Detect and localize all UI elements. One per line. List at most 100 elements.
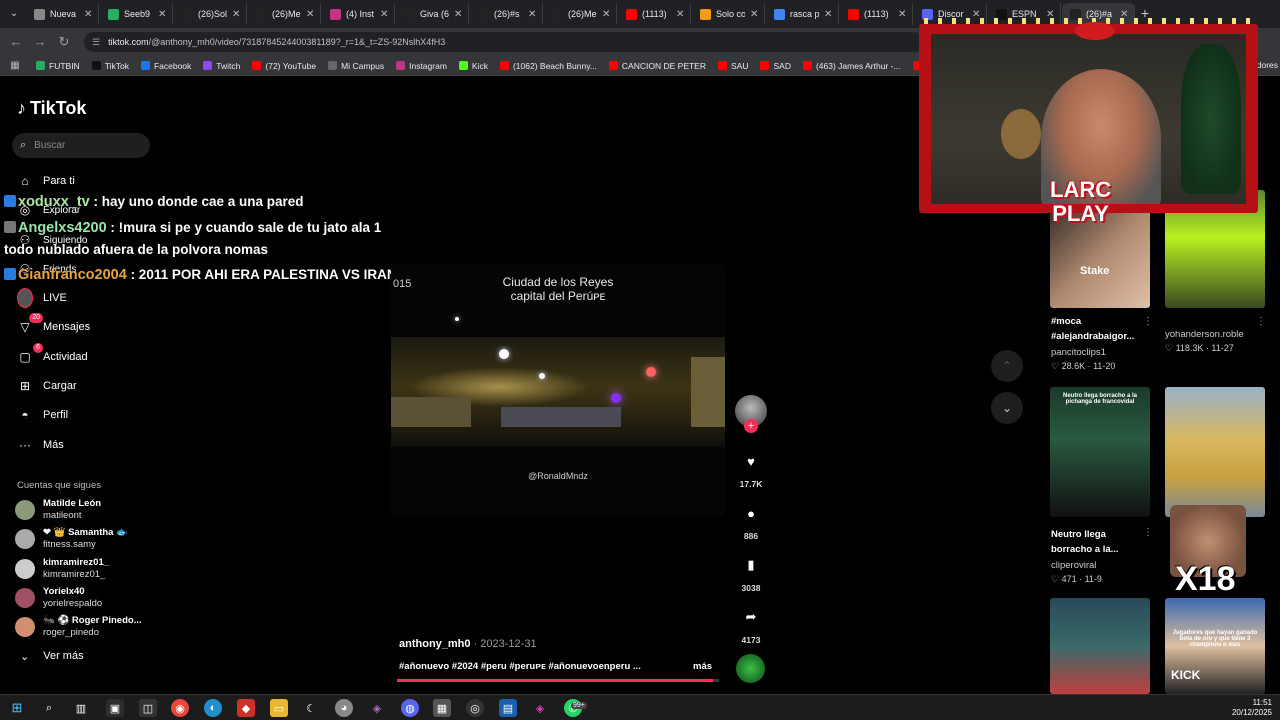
- see-more-button[interactable]: ⌄ Ver más: [20, 650, 84, 663]
- tab-close-icon[interactable]: ✕: [454, 9, 464, 20]
- share-action[interactable]: ➦ 4173: [734, 602, 768, 645]
- bookmark-item[interactable]: (463) James Arthur -...: [797, 61, 907, 71]
- browser-tab[interactable]: (26)Me ✕: [248, 3, 321, 25]
- browser-tab[interactable]: (1113) ✕: [840, 3, 913, 25]
- nav-item-actividad[interactable]: ▢ 6 Actividad: [17, 343, 88, 367]
- tab-close-icon[interactable]: ✕: [898, 9, 908, 20]
- app-icon-4[interactable]: ◕: [335, 699, 353, 717]
- browser-tab[interactable]: (26)#s ✕: [470, 3, 543, 25]
- bookmark-item[interactable]: Mi Campus: [322, 61, 390, 71]
- tab-close-icon[interactable]: ✕: [528, 9, 538, 20]
- search-input[interactable]: ⌕ Buscar: [12, 133, 150, 158]
- recommended-thumb-3[interactable]: Neutro llega borracho a la pichanga de f…: [1050, 387, 1150, 517]
- browser-tab[interactable]: rasca p ✕: [766, 3, 839, 25]
- edge-icon[interactable]: ◐: [204, 699, 222, 717]
- nav-item-mensajes[interactable]: ▽ 20 Mensajes: [17, 313, 90, 337]
- tab-close-icon[interactable]: ✕: [750, 9, 760, 20]
- author-avatar-group[interactable]: +: [734, 395, 768, 433]
- bookmark-item[interactable]: FUTBIN: [30, 61, 86, 71]
- bookmarks-overflow[interactable]: dores: [1257, 60, 1278, 70]
- music-disc-icon[interactable]: [736, 654, 765, 683]
- app-icon-5[interactable]: ◈: [368, 699, 386, 717]
- system-clock[interactable]: 11:51 20/12/2025: [1232, 698, 1272, 718]
- caption-more-button[interactable]: más: [693, 661, 712, 672]
- following-account[interactable]: Matilde León matileont: [15, 498, 101, 522]
- chrome-icon[interactable]: ◉: [171, 699, 189, 717]
- bookmark-item[interactable]: (1062) Beach Bunny...: [494, 61, 603, 71]
- app-icon-1[interactable]: ◫: [139, 699, 157, 717]
- tab-close-icon[interactable]: ✕: [84, 9, 94, 20]
- browser-tab[interactable]: (1113) ✕: [618, 3, 691, 25]
- nav-item-live[interactable]: LIVE: [17, 288, 67, 308]
- browser-tab[interactable]: Solo co ✕: [692, 3, 765, 25]
- thumb-1-more-icon[interactable]: ⋮: [1143, 316, 1153, 327]
- following-account[interactable]: ❤ 👑 Samantha 🐟 fitness.samy: [15, 527, 128, 551]
- browser-tab[interactable]: Seeb9 ✕: [100, 3, 173, 25]
- recommended-thumb-5[interactable]: [1050, 598, 1150, 694]
- tab-close-icon[interactable]: ✕: [824, 9, 834, 20]
- nav-item-m-s[interactable]: ··· Más: [17, 435, 64, 455]
- thumb-3-user[interactable]: cliperoviral: [1051, 560, 1096, 571]
- author-avatar[interactable]: +: [735, 395, 767, 433]
- tiktok-logo[interactable]: ♪ TikTok: [17, 98, 86, 119]
- thumb-1-title[interactable]: #moca #alejandrabaigor...: [1051, 314, 1141, 344]
- nav-item-perfil[interactable]: ◓ Perfil: [17, 405, 68, 425]
- discord-icon[interactable]: ◍: [401, 699, 419, 717]
- nav-item-para-ti[interactable]: ⌂ Para ti: [17, 171, 74, 191]
- recommended-thumb-6[interactable]: Jugadores que hayan ganado bota de oro y…: [1165, 598, 1265, 694]
- video-progress-bar[interactable]: [397, 679, 719, 682]
- bookmark-item[interactable]: (72) YouTube: [246, 61, 322, 71]
- bookmark-icon[interactable]: ▮: [736, 550, 766, 580]
- video-caption[interactable]: #añonuevo #2024 #peru #peruᴘᴇ #añonuevoe…: [399, 661, 641, 672]
- app-icon-6[interactable]: ▤: [499, 699, 517, 717]
- thumb-2-more-icon[interactable]: ⋮: [1256, 316, 1266, 327]
- browser-tab[interactable]: Nueva ✕: [26, 3, 99, 25]
- nav-item-cargar[interactable]: ⊞ Cargar: [17, 376, 77, 396]
- like-action[interactable]: ♥ 17.7K: [734, 446, 768, 490]
- bookmark-item[interactable]: Instagram: [390, 61, 453, 71]
- calculator-icon[interactable]: ▦: [433, 699, 451, 717]
- back-icon[interactable]: ←: [8, 34, 24, 50]
- file-explorer-icon[interactable]: ▭: [270, 699, 288, 717]
- bookmark-item[interactable]: Facebook: [135, 61, 197, 71]
- tab-close-icon[interactable]: ✕: [306, 9, 316, 20]
- previous-video-icon[interactable]: ⌃: [991, 350, 1023, 382]
- comment-icon[interactable]: ●: [736, 498, 766, 528]
- bookmark-item[interactable]: Kick: [453, 61, 494, 71]
- thumb-1-user[interactable]: pancitoclips1: [1051, 347, 1106, 358]
- following-account[interactable]: Yorielx40 yorielrespaldo: [15, 586, 102, 610]
- app-icon-2[interactable]: ◆: [237, 699, 255, 717]
- bookmark-item[interactable]: CANCION DE PETER: [603, 61, 712, 71]
- thumb-2-user[interactable]: yohanderson.roble: [1165, 329, 1244, 340]
- video-player[interactable]: Ciudad de los Reyes capital del Perúᴘᴇ @…: [391, 265, 725, 515]
- thumb-3-more-icon[interactable]: ⋮: [1143, 527, 1153, 538]
- next-video-icon[interactable]: ⌄: [991, 392, 1023, 424]
- video-author-row[interactable]: anthony_mh0 · 2023-12-31: [399, 638, 537, 650]
- tab-close-icon[interactable]: ✕: [158, 9, 168, 20]
- tab-close-icon[interactable]: ✕: [676, 9, 686, 20]
- save-action[interactable]: ▮ 3038: [734, 550, 768, 593]
- bookmark-item[interactable]: Twitch: [197, 61, 246, 71]
- browser-tab[interactable]: (26)Me ✕: [544, 3, 617, 25]
- share-icon[interactable]: ➦: [736, 602, 766, 632]
- thumb-3-title[interactable]: Neutro llega borracho a la...: [1051, 527, 1141, 557]
- follow-plus-icon[interactable]: +: [744, 419, 758, 433]
- forward-icon[interactable]: →: [32, 34, 48, 50]
- store-icon[interactable]: ▣: [106, 699, 124, 717]
- browser-tab[interactable]: Giva (6 ✕: [396, 3, 469, 25]
- url-field[interactable]: ☰ tiktok.com/@anthony_mh0/video/73187845…: [84, 32, 924, 52]
- tab-close-icon[interactable]: ✕: [380, 9, 390, 20]
- obs-icon[interactable]: ◎: [466, 699, 484, 717]
- site-info-icon[interactable]: ☰: [92, 37, 100, 48]
- reload-icon[interactable]: ↻: [56, 34, 72, 50]
- windows-start-icon[interactable]: ⊞: [8, 699, 26, 717]
- app-icon-3[interactable]: ☾: [302, 699, 320, 717]
- browser-tab[interactable]: (26)Sol ✕: [174, 3, 247, 25]
- tab-search-icon[interactable]: ⌄: [4, 4, 24, 24]
- tab-close-icon[interactable]: ✕: [602, 9, 612, 20]
- heart-icon[interactable]: ♥: [736, 446, 766, 476]
- comment-action[interactable]: ● 886: [734, 498, 768, 542]
- following-account[interactable]: kimramirez01_ kimramirez01_: [15, 557, 109, 581]
- app-icon-7[interactable]: ◈: [531, 699, 549, 717]
- following-account[interactable]: 🐜 ⚽ Roger Pinedo... roger_pinedo: [15, 615, 142, 639]
